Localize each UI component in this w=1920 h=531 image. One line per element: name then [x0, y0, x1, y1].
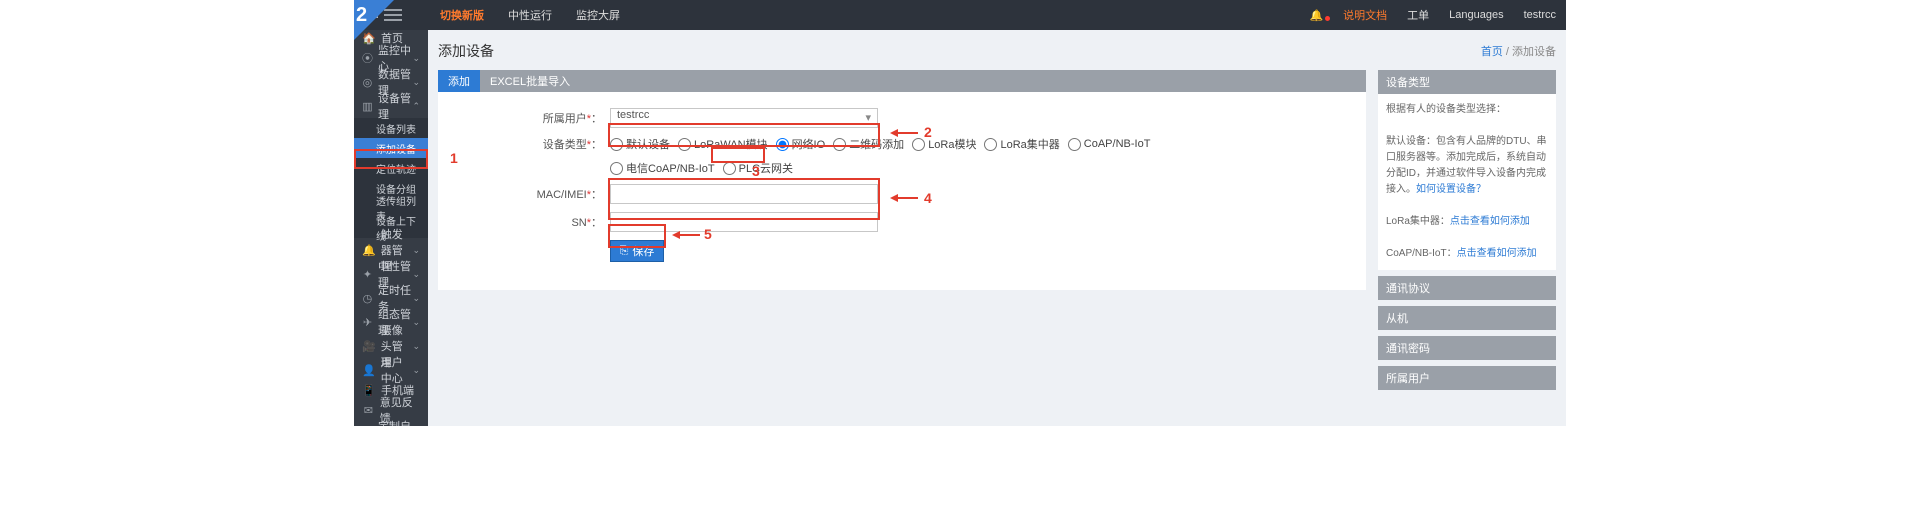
scada-icon: ✈	[362, 316, 373, 329]
device-type-radio[interactable]: PLC云网关	[723, 160, 793, 176]
rbox-slave[interactable]: 从机	[1378, 306, 1556, 330]
sidebar-item-label: 添加设备	[376, 141, 416, 156]
bell-icon[interactable]: 🔔	[1299, 9, 1333, 22]
owner-select[interactable]: testrcc	[610, 108, 878, 128]
link-coap[interactable]: 点击查看如何添加	[1457, 248, 1537, 259]
chevron-down-icon: ⌄	[412, 341, 420, 352]
sn-input[interactable]	[610, 212, 878, 232]
chevron-down-icon: ⌄	[412, 293, 420, 304]
mac-input[interactable]	[610, 184, 878, 204]
main-area: 添加设备 首页 / 添加设备 添加 EXCEL批量导入 所属用户*： testr…	[428, 30, 1566, 426]
nav-link-switch[interactable]: 切换新版	[428, 0, 496, 30]
nav-lang[interactable]: Languages	[1439, 9, 1513, 21]
data-icon: ◎	[362, 76, 373, 89]
rbox-protocol[interactable]: 通讯协议	[1378, 276, 1556, 300]
nav-work[interactable]: 工单	[1397, 7, 1439, 23]
device-type-radio[interactable]: LoRa模块	[912, 136, 976, 152]
nav-link-monitor[interactable]: 监控大屏	[564, 0, 632, 30]
rbox-type-body: 根据有人的设备类型选择： 默认设备：包含有人品牌的DTU、串口服务器等。添加完成…	[1378, 94, 1556, 270]
corner-badge: 2	[354, 0, 394, 40]
sn-label: SN	[571, 217, 586, 229]
link-how-config[interactable]: 如何设置设备？	[1416, 184, 1486, 195]
chevron-up-icon: ⌃	[412, 101, 420, 112]
sidebar-item-label: 定制自助	[378, 418, 412, 426]
form-panel: 所属用户*： testrcc 设备类型*： 默认设备LoRaWAN模块网络IO二…	[438, 92, 1366, 290]
chevron-down-icon: ⌄	[412, 317, 420, 328]
chevron-down-icon: ⌄	[412, 77, 420, 88]
chevron-down-icon: ⌄	[412, 245, 420, 256]
tab-excel[interactable]: EXCEL批量导入	[480, 70, 580, 92]
sidebar-item-label: 定位轨迹	[376, 161, 416, 176]
mobile-icon: 📱	[362, 384, 376, 397]
nav-link-neutral[interactable]: 中性运行	[496, 0, 564, 30]
sidebar-item-custom[interactable]: ✖定制自助⌄	[354, 422, 428, 426]
breadcrumb: 首页 / 添加设备	[1481, 43, 1556, 59]
sidebar-item-user[interactable]: 👤用户中心⌄	[354, 358, 428, 382]
mac-label: MAC/IMEI	[537, 189, 587, 201]
device-type-radio[interactable]: 默认设备	[610, 136, 670, 152]
save-button[interactable]: ⎘保存	[610, 240, 664, 262]
device-type-radio[interactable]: LoRa集中器	[984, 136, 1059, 152]
device-type-radio[interactable]: LoRaWAN模块	[678, 136, 768, 152]
type-label: 设备类型	[543, 139, 587, 151]
chevron-down-icon: ⌄	[412, 365, 420, 376]
owner-label: 所属用户	[543, 113, 587, 125]
nav-docs[interactable]: 说明文档	[1333, 7, 1397, 23]
device-type-radio[interactable]: 网络IO	[776, 136, 826, 152]
page-title: 添加设备	[438, 41, 494, 61]
sidebar-sub-adddev[interactable]: 添加设备	[354, 138, 428, 158]
breadcrumb-current: 添加设备	[1512, 46, 1556, 58]
tab-bar: 添加 EXCEL批量导入	[438, 70, 1366, 92]
tab-add[interactable]: 添加	[438, 70, 480, 92]
device-type-radio[interactable]: 电信CoAP/NB-IoT	[610, 160, 715, 176]
camera-icon: 🎥	[362, 340, 376, 353]
bell-icon: 🔔	[362, 244, 376, 257]
device-type-radio[interactable]: CoAP/NB-IoT	[1068, 138, 1151, 151]
chevron-down-icon: ⌄	[412, 53, 420, 64]
clock-icon: ◷	[362, 292, 373, 305]
device-icon: ▥	[362, 100, 373, 113]
nav-user[interactable]: testrcc	[1514, 9, 1566, 21]
sidebar-sub-devlist[interactable]: 设备列表	[354, 118, 428, 138]
sidebar-item-device[interactable]: ▥设备管理⌃	[354, 94, 428, 118]
breadcrumb-home[interactable]: 首页	[1481, 46, 1503, 58]
rbox-owner[interactable]: 所属用户	[1378, 366, 1556, 390]
chevron-down-icon: ⌄	[412, 269, 420, 280]
monitor-icon: ⦿	[362, 50, 373, 66]
rbox-password[interactable]: 通讯密码	[1378, 336, 1556, 360]
link-lora[interactable]: 点击查看如何添加	[1450, 216, 1530, 227]
device-type-radio[interactable]: 二维码添加	[833, 136, 904, 152]
sidebar-item-label: 设备列表	[376, 121, 416, 136]
user-icon: 👤	[362, 364, 376, 377]
rbox-type-title: 设备类型	[1378, 70, 1556, 94]
sidebar: 🏠首页 ⦿监控中心⌄ ◎数据管理⌄ ▥设备管理⌃ 设备列表 添加设备 定位轨迹 …	[354, 30, 428, 426]
mail-icon: ✉	[362, 404, 375, 417]
save-icon: ⎘	[620, 245, 629, 258]
top-nav: oud 切换新版 中性运行 监控大屏 🔔 说明文档 工单 Languages t…	[354, 0, 1566, 30]
sidebar-sub-track[interactable]: 定位轨迹	[354, 158, 428, 178]
star-icon: ✦	[362, 268, 373, 281]
